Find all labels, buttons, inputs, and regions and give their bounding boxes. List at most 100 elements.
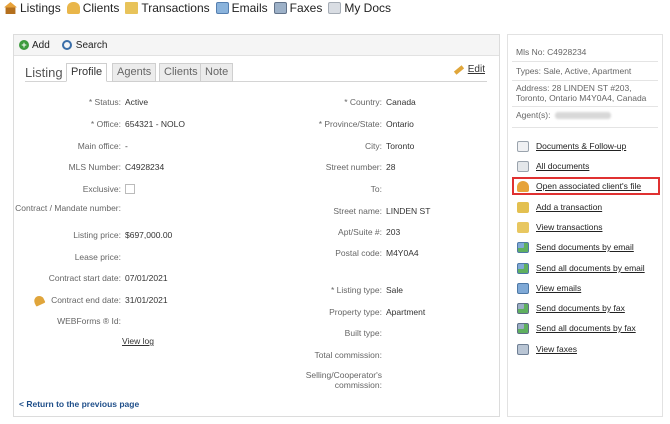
top-nav: Listings Clients Transactions Emails Fax… — [4, 0, 397, 16]
field-label: Apt/Suite #: — [338, 227, 382, 237]
field-label: Main office: — [77, 141, 121, 151]
exclusive-checkbox[interactable] — [125, 184, 135, 194]
divider — [512, 61, 658, 62]
field-contract-end: Contract end date: 31/01/2021 — [14, 293, 168, 307]
all-documents-icon — [517, 160, 529, 172]
field-lease-price: Lease price: — [14, 252, 121, 262]
action-send-all-documents-email[interactable]: Send all documents by email — [517, 261, 645, 275]
field-value: Sale — [386, 285, 404, 295]
field-label: Property type: — [329, 307, 382, 317]
tab-note[interactable]: Note — [200, 63, 234, 82]
search-button[interactable]: Search — [61, 40, 107, 51]
field-value: C4928234 — [125, 162, 165, 172]
action-label: Send all documents by email — [536, 263, 645, 273]
action-view-faxes[interactable]: View faxes — [517, 342, 577, 356]
field-value: Canada — [386, 97, 416, 107]
tab-profile[interactable]: Profile — [66, 63, 108, 82]
action-label: View emails — [536, 283, 582, 293]
nav-my-docs-label: My Docs — [344, 1, 391, 15]
field-listing-price: Listing price: $697,000.00 — [14, 230, 172, 240]
folder-icon — [125, 2, 139, 14]
field-label: To: — [370, 184, 382, 194]
field-exclusive: Exclusive: — [14, 184, 135, 194]
redacted-agent-name — [554, 112, 611, 120]
pencil-icon — [453, 64, 464, 75]
field-value: Apartment — [386, 307, 426, 317]
action-label: View transactions — [536, 222, 603, 232]
return-link[interactable]: < Return to the previous page — [19, 399, 139, 409]
field-label: WEBForms ® Id: — [57, 316, 121, 326]
field-total-commission: Total commission: — [264, 350, 382, 360]
field-label: Exclusive: — [82, 184, 121, 194]
docs-icon — [328, 2, 342, 14]
field-apt-suite: Apt/Suite #: 203 — [264, 227, 400, 237]
field-value: LINDEN ST — [386, 206, 431, 216]
mls-info: Mls No: C4928234 — [516, 47, 587, 57]
field-province: * Province/State: Ontario — [264, 119, 414, 129]
action-add-transaction[interactable]: Add a transaction — [517, 200, 602, 214]
field-label: * Listing type: — [330, 285, 382, 295]
field-city: City: Toronto — [264, 141, 414, 151]
nav-clients[interactable]: Clients — [66, 1, 119, 15]
action-view-emails[interactable]: View emails — [517, 281, 581, 295]
action-send-all-documents-fax[interactable]: Send all documents by fax — [517, 321, 636, 335]
nav-transactions-label: Transactions — [141, 1, 210, 15]
action-label: Open associated client's file — [536, 181, 642, 191]
types-info: Types: Sale, Active, Apartment — [516, 66, 632, 76]
field-label: City: — [365, 141, 382, 151]
field-listing-type: * Listing type: Sale — [264, 285, 403, 295]
field-value: Toronto — [386, 141, 415, 151]
field-status: * Status: Active — [14, 97, 148, 107]
email-send-all-icon — [517, 262, 529, 274]
field-postal-code: Postal code: M4Y0A4 — [264, 248, 418, 258]
field-label: * Country: — [344, 97, 382, 107]
action-documents-follow-up[interactable]: Documents & Follow-up — [517, 139, 626, 153]
action-label: Send documents by fax — [536, 303, 625, 313]
alert-bell-icon — [32, 293, 46, 307]
field-label: * Province/State: — [318, 119, 382, 129]
field-value: 07/01/2021 — [125, 273, 168, 283]
nav-listings[interactable]: Listings — [4, 1, 61, 15]
view-log-link[interactable]: View log — [122, 336, 154, 346]
tabs-row: Listing Profile Agents Clients Note Edit — [25, 63, 487, 82]
fax-send-icon — [517, 302, 529, 314]
field-label: MLS Number: — [68, 162, 121, 172]
field-value: $697,000.00 — [125, 230, 173, 240]
action-send-documents-email[interactable]: Send documents by email — [517, 240, 634, 254]
nav-emails[interactable]: Emails — [215, 1, 268, 15]
field-label: Contract start date: — [48, 273, 121, 283]
tab-agents[interactable]: Agents — [112, 63, 157, 82]
field-value: Active — [125, 97, 149, 107]
edit-link[interactable]: Edit — [453, 64, 485, 75]
field-value: - — [125, 141, 128, 151]
action-all-documents[interactable]: All documents — [517, 159, 589, 173]
action-label: Add a transaction — [536, 202, 603, 212]
field-label: Selling/Cooperator's commission: — [305, 370, 382, 390]
action-open-client-file[interactable]: Open associated client's file — [517, 179, 641, 193]
action-label: Send documents by email — [536, 242, 634, 252]
action-label: Documents & Follow-up — [536, 141, 627, 151]
field-value: Ontario — [386, 119, 414, 129]
action-send-documents-fax[interactable]: Send documents by fax — [517, 301, 625, 315]
nav-listings-label: Listings — [20, 1, 61, 15]
side-panel: Mls No: C4928234 Types: Sale, Active, Ap… — [507, 34, 663, 417]
nav-my-docs[interactable]: My Docs — [328, 1, 391, 15]
field-label: Street name: — [333, 206, 382, 216]
field-label-wrap: Contract end date: — [14, 293, 121, 307]
agents-info: Agent(s): — [516, 110, 611, 120]
add-button[interactable]: + Add — [19, 40, 50, 51]
nav-transactions[interactable]: Transactions — [125, 1, 210, 15]
field-selling-commission: Selling/Cooperator's commission: — [264, 370, 382, 390]
action-view-transactions[interactable]: View transactions — [517, 220, 602, 234]
faxes-icon — [517, 343, 529, 355]
field-main-office: Main office: - — [14, 141, 128, 151]
nav-faxes[interactable]: Faxes — [273, 1, 322, 15]
field-value: 654321 - NOLO — [125, 119, 186, 129]
fax-send-all-icon — [517, 322, 529, 334]
field-label: Contract / Mandate number: — [15, 203, 121, 213]
toolbar: + Add Search — [14, 35, 499, 56]
tab-clients[interactable]: Clients — [159, 63, 203, 82]
field-property-type: Property type: Apartment — [264, 307, 425, 317]
field-label: Postal code: — [335, 248, 382, 258]
add-button-label: Add — [32, 39, 50, 51]
